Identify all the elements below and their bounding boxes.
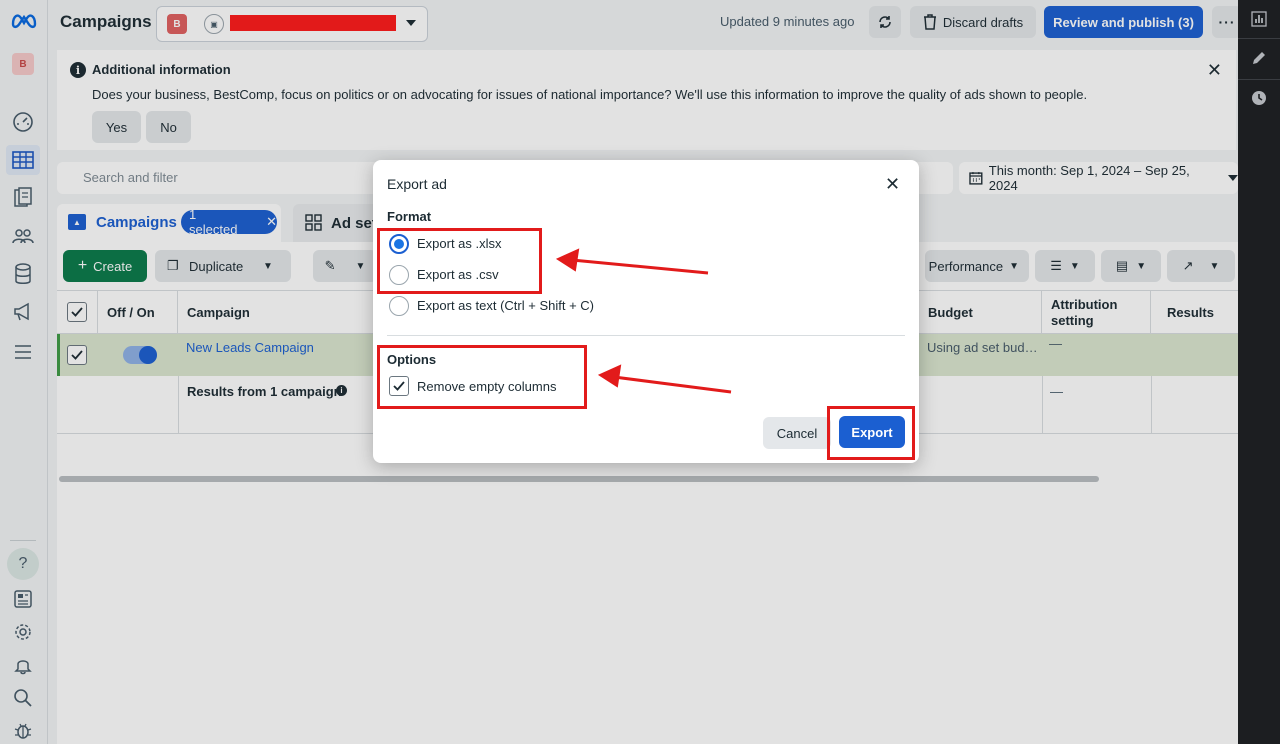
export-text-label[interactable]: Export as text (Ctrl + Shift + C) xyxy=(417,298,594,313)
dialog-title: Export ad xyxy=(387,176,447,192)
annotation-box-export xyxy=(827,406,915,460)
right-side-rail xyxy=(1238,0,1280,744)
dialog-divider xyxy=(387,335,905,336)
close-icon[interactable]: ✕ xyxy=(885,174,900,195)
annotation-box-options xyxy=(377,345,587,409)
format-heading: Format xyxy=(387,209,432,224)
bar-chart-icon xyxy=(1251,11,1267,27)
rail-divider xyxy=(1238,38,1280,39)
pencil-icon xyxy=(1253,52,1265,64)
cancel-button[interactable]: Cancel xyxy=(763,417,831,449)
radio-export-text[interactable] xyxy=(389,296,409,316)
history-panel-button[interactable] xyxy=(1242,81,1276,115)
chart-panel-button[interactable] xyxy=(1242,2,1276,36)
clock-icon xyxy=(1252,91,1266,105)
edit-panel-button[interactable] xyxy=(1242,41,1276,75)
annotation-box-format xyxy=(377,228,542,294)
rail-divider xyxy=(1238,79,1280,80)
